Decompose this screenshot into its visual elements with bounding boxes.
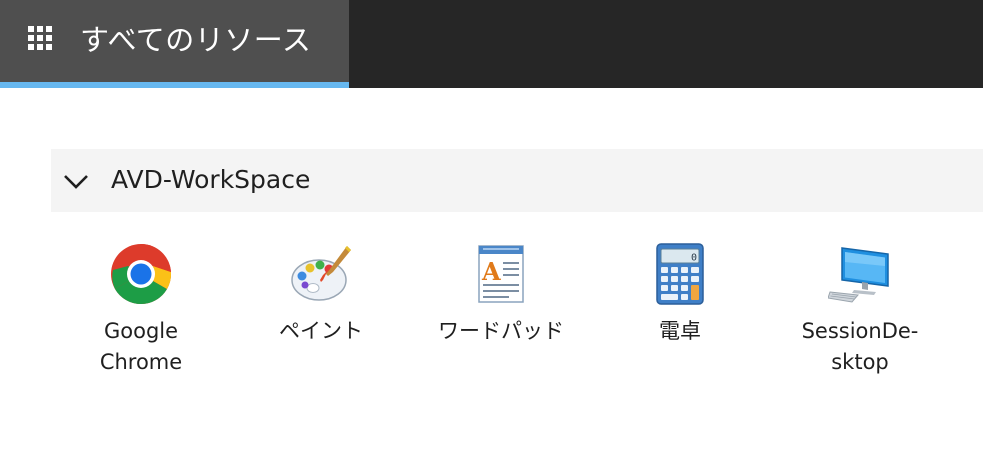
app-label: ワードパッド [438, 319, 564, 343]
wordpad-icon: A [478, 245, 524, 303]
app-tile-wordpad[interactable]: A ワードパッド [421, 236, 581, 386]
app-tile-paint[interactable]: ペイント [241, 236, 401, 386]
tab-all-resources[interactable]: すべてのリソース [0, 0, 349, 88]
chevron-down-icon [64, 175, 88, 189]
paint-palette-icon [291, 246, 351, 301]
app-label: SessionDe- sktop [801, 319, 919, 374]
app-label: 電卓 [659, 319, 701, 343]
svg-text:A: A [481, 257, 501, 286]
workspace-title: AVD-WorkSpace [111, 165, 311, 194]
app-tile-session-desktop[interactable]: SessionDe- sktop [780, 236, 940, 386]
top-bar: すべてのリソース [0, 0, 983, 88]
app-tile-calculator[interactable]: 0 電卓 [600, 236, 760, 386]
chrome-icon [111, 243, 172, 305]
app-tile-google-chrome[interactable]: Google Chrome [61, 236, 221, 386]
calculator-icon: 0 [656, 243, 704, 305]
tab-title: すべてのリソース [80, 23, 312, 57]
app-label: Google Chrome [99, 319, 183, 374]
app-list: Google Chrome ペイント A ワードパッド 0 電卓 Session… [0, 236, 983, 396]
svg-text:0: 0 [691, 253, 697, 264]
app-label: ペイント [279, 319, 363, 343]
grid-icon [28, 26, 54, 52]
desktop-computer-icon [828, 247, 889, 303]
workspace-group-header[interactable]: AVD-WorkSpace [51, 149, 983, 212]
